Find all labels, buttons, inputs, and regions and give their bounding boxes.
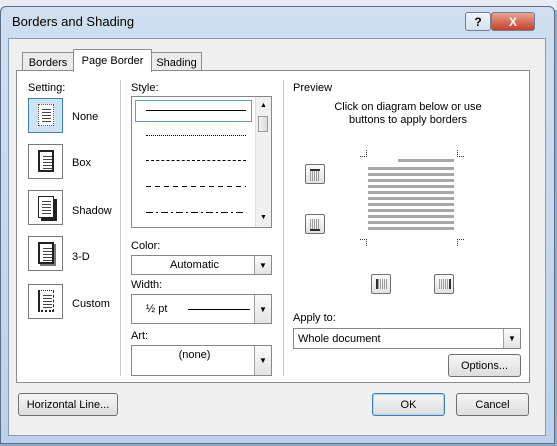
crop-mark [457, 239, 464, 246]
preview-label: Preview [293, 82, 333, 94]
width-line-preview [188, 309, 250, 310]
preview-hint-line1: Click on diagram below or use [334, 101, 482, 113]
help-button[interactable]: ? [465, 12, 491, 31]
apply-to-value: Whole document [298, 332, 381, 345]
left-border-button[interactable] [371, 274, 391, 294]
top-border-button[interactable] [305, 164, 325, 184]
style-dash-dot[interactable] [146, 212, 246, 213]
tab-page-border[interactable]: Page Border [73, 49, 152, 72]
setting-custom-label[interactable]: Custom [72, 298, 110, 310]
options-button-label: Options... [460, 359, 509, 372]
separator [120, 80, 121, 376]
window-title: Borders and Shading [12, 14, 135, 29]
setting-3d-label[interactable]: 3-D [72, 251, 90, 263]
setting-3d-icon[interactable] [28, 236, 63, 271]
preview-hint-line2: buttons to apply borders [348, 114, 468, 126]
art-value: (none) [178, 349, 211, 361]
scroll-thumb[interactable] [258, 116, 268, 132]
style-dotted[interactable] [146, 135, 246, 136]
color-dropdown[interactable]: Automatic ▼ [131, 255, 272, 275]
color-label: Color: [131, 240, 161, 252]
ok-button[interactable]: OK [372, 393, 445, 416]
style-dashed-large[interactable] [146, 186, 246, 187]
close-icon: X [508, 14, 517, 29]
style-scrollbar[interactable]: ▲ ▼ [255, 97, 271, 227]
setting-custom-icon[interactable] [28, 284, 63, 319]
chevron-down-icon[interactable]: ▼ [254, 346, 271, 375]
separator [283, 80, 284, 376]
color-value: Automatic [170, 259, 219, 271]
style-listbox[interactable]: ▲ ▼ [131, 96, 272, 228]
width-value: ½ pt [146, 303, 168, 315]
width-dropdown[interactable]: ½ pt ▼ [131, 294, 272, 324]
art-dropdown[interactable]: (none) ▼ [131, 345, 272, 376]
setting-none-icon[interactable] [28, 98, 63, 133]
tab-label: Shading [156, 56, 197, 69]
chevron-down-icon[interactable]: ▼ [254, 295, 271, 323]
apply-to-dropdown[interactable]: Whole document ▼ [293, 328, 521, 349]
apply-to-label: Apply to: [293, 312, 336, 324]
style-dashed-small[interactable] [146, 160, 246, 161]
chevron-down-icon[interactable]: ▼ [254, 256, 271, 274]
style-solid[interactable] [146, 110, 246, 111]
bottom-border-button[interactable] [305, 214, 325, 234]
right-border-button[interactable] [434, 274, 454, 294]
tab-label: Page Border [81, 55, 144, 67]
width-label: Width: [131, 279, 163, 291]
cancel-label: Cancel [475, 398, 510, 411]
tab-borders[interactable]: Borders [22, 52, 74, 72]
art-label: Art: [131, 330, 149, 342]
tab-label: Borders [28, 56, 68, 69]
chevron-down-icon[interactable]: ▼ [503, 329, 520, 348]
style-selection [135, 100, 252, 122]
setting-shadow-label[interactable]: Shadow [72, 205, 112, 217]
setting-box-label[interactable]: Box [72, 157, 91, 169]
crop-mark [360, 150, 367, 157]
preview-text-block [368, 167, 454, 233]
cancel-button[interactable]: Cancel [456, 393, 529, 416]
setting-box-icon[interactable] [28, 144, 63, 179]
setting-label: Setting: [28, 82, 66, 94]
preview-text-line [398, 159, 454, 162]
close-button[interactable]: X [491, 12, 535, 31]
horizontal-line-button[interactable]: Horizontal Line... [18, 393, 118, 416]
preview-diagram[interactable] [360, 150, 464, 246]
horizontal-line-label: Horizontal Line... [26, 398, 110, 411]
crop-mark [457, 150, 464, 157]
crop-mark [360, 239, 367, 246]
scroll-down-icon[interactable]: ▼ [260, 214, 267, 221]
help-icon: ? [474, 14, 482, 29]
options-button[interactable]: Options... [448, 354, 521, 377]
tab-shading[interactable]: Shading [151, 52, 202, 72]
setting-shadow-icon[interactable] [28, 190, 63, 225]
ok-label: OK [400, 398, 417, 411]
setting-none-label[interactable]: None [72, 111, 98, 123]
scroll-up-icon[interactable]: ▲ [260, 102, 267, 109]
style-label: Style: [131, 82, 159, 94]
